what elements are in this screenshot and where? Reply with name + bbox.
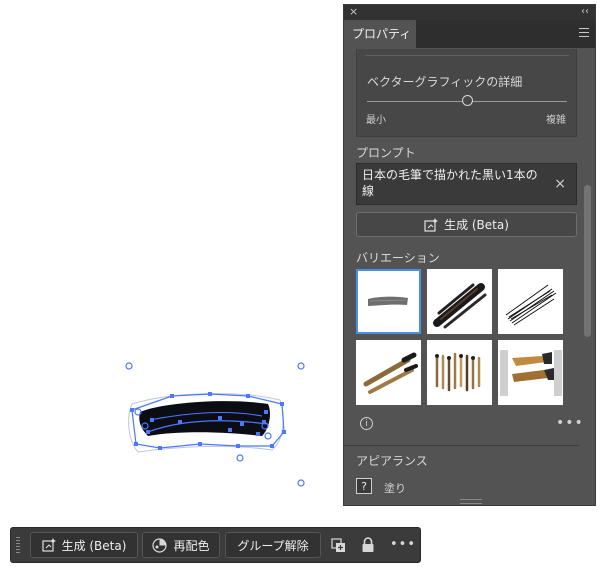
collapse-icon[interactable]: ‹‹: [581, 5, 589, 19]
fill-swatch[interactable]: ?: [356, 478, 372, 494]
divider: [365, 55, 569, 56]
close-icon[interactable]: ×: [349, 5, 358, 19]
slider-min-label: 最小: [366, 115, 386, 126]
drag-handle[interactable]: [16, 537, 20, 553]
clear-prompt-icon[interactable]: ×: [554, 176, 566, 192]
panel-tab-bar: プロパティ: [344, 20, 595, 48]
variation-thumb-1[interactable]: [356, 269, 421, 334]
lock-icon[interactable]: [361, 537, 375, 553]
toolbar-more-icon[interactable]: •••: [390, 537, 416, 552]
slider-max-label: 複雑: [546, 115, 566, 126]
vector-detail-label: ベクターグラフィックの詳細: [367, 75, 523, 89]
variation-thumb-5[interactable]: [427, 340, 492, 405]
vector-detail-slider-thumb[interactable]: [461, 95, 473, 106]
prompt-text: 日本の毛筆で描かれた黒い1本の線: [362, 168, 538, 198]
arrange-icon[interactable]: [331, 538, 346, 553]
properties-panel: × ‹‹ プロパティ ベクターグラフィックの詳細 最小 複雑 プロンプト 日本の…: [343, 4, 596, 506]
variation-thumb-6[interactable]: [498, 340, 563, 405]
panel-menu-icon[interactable]: [579, 28, 589, 37]
more-options-icon[interactable]: •••: [556, 415, 584, 431]
fill-label: 塗り: [384, 482, 406, 495]
prompt-label: プロンプト: [356, 146, 416, 160]
recolor-icon: [152, 537, 168, 553]
toolbar-generate-label: 生成 (Beta): [61, 538, 127, 553]
canvas-artwork[interactable]: [0, 0, 343, 520]
divider: [344, 445, 579, 446]
ungroup-button[interactable]: グループ解除: [225, 532, 321, 558]
variation-thumb-2[interactable]: [427, 269, 492, 334]
ungroup-label: グループ解除: [237, 538, 309, 553]
contextual-task-bar: 生成 (Beta) 再配色 グループ解除 •••: [10, 527, 421, 563]
resize-grip[interactable]: [460, 499, 482, 504]
generate-button[interactable]: 生成 (Beta): [356, 212, 577, 237]
generate-icon: [424, 217, 439, 232]
tab-properties[interactable]: プロパティ: [344, 20, 416, 48]
recolor-label: 再配色: [173, 538, 210, 553]
variation-thumb-4[interactable]: [356, 340, 421, 405]
toolbar-generate-button[interactable]: 生成 (Beta): [30, 532, 138, 558]
panel-scrollbar[interactable]: [584, 185, 591, 337]
generate-icon: [41, 538, 56, 552]
appearance-label: アピアランス: [356, 454, 428, 468]
variation-thumb-3[interactable]: [498, 269, 563, 334]
prompt-input[interactable]: 日本の毛筆で描かれた黒い1本の線 ×: [356, 163, 577, 205]
recolor-button[interactable]: 再配色: [142, 532, 220, 558]
generate-label: 生成 (Beta): [444, 218, 509, 232]
info-icon[interactable]: i: [360, 417, 373, 430]
variations-label: バリエーション: [356, 251, 440, 265]
panel-title-bar: × ‹‹: [344, 5, 595, 20]
vector-detail-section: ベクターグラフィックの詳細 最小 複雑: [356, 49, 577, 137]
